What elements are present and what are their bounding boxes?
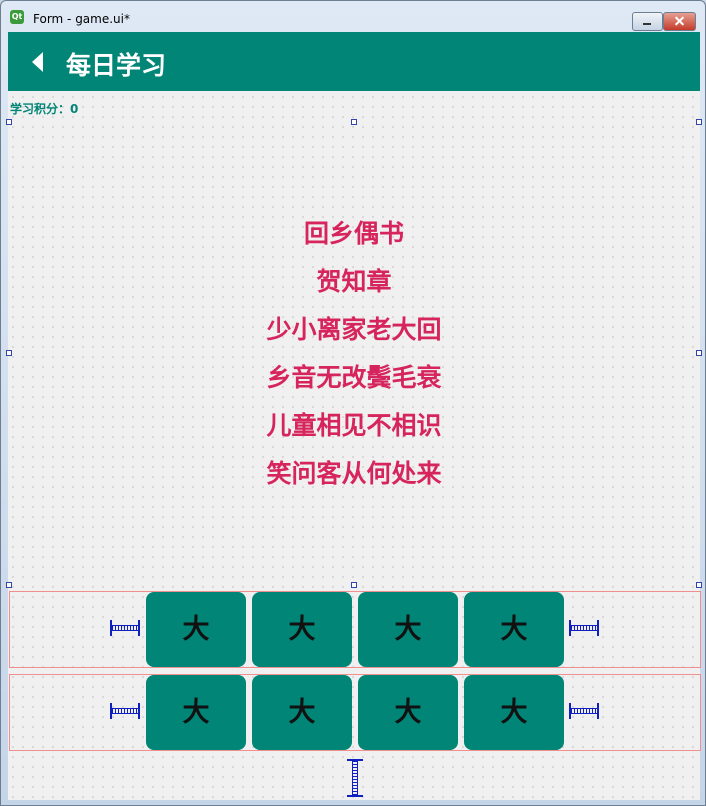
choice-row-1: 大 大 大 大 <box>9 591 701 668</box>
title-bar: Qt Form - game.ui* <box>1 1 705 31</box>
selection-handle[interactable] <box>351 582 357 588</box>
poem-line: 笑问客从何处来 <box>266 459 442 488</box>
choice-button[interactable]: 大 <box>146 592 246 667</box>
horizontal-spacer-icon <box>110 703 140 719</box>
selection-handle[interactable] <box>696 119 702 125</box>
minimize-button[interactable] <box>632 12 663 31</box>
choice-row-2: 大 大 大 大 <box>9 674 701 751</box>
close-button[interactable] <box>663 12 696 31</box>
choice-button[interactable]: 大 <box>358 675 458 750</box>
selection-handle[interactable] <box>6 119 12 125</box>
horizontal-spacer-icon <box>569 620 599 636</box>
vertical-spacer-icon <box>347 759 363 797</box>
poem-line: 儿童相见不相识 <box>266 411 442 440</box>
qt-icon: Qt <box>10 10 24 24</box>
back-arrow-icon[interactable] <box>32 52 43 72</box>
horizontal-spacer-icon <box>569 703 599 719</box>
selection-handle[interactable] <box>351 119 357 125</box>
choice-button[interactable]: 大 <box>252 592 352 667</box>
form-canvas: 每日学习 学习积分：0 回乡偶书 贺知章 少小离家老大回 乡音无改鬓毛衰 儿童相… <box>6 32 702 800</box>
choice-button[interactable]: 大 <box>464 675 564 750</box>
designer-window: Qt Form - game.ui* 每日学习 学习积分：0 回乡偶书 贺知章 … <box>0 0 706 806</box>
selection-handle[interactable] <box>696 582 702 588</box>
score-label: 学习积分：0 <box>10 102 79 116</box>
window-title: Form - game.ui* <box>33 12 130 26</box>
poem-author: 贺知章 <box>316 267 392 296</box>
poem-title: 回乡偶书 <box>303 219 404 248</box>
page-title: 每日学习 <box>66 51 167 80</box>
horizontal-spacer-icon <box>110 620 140 636</box>
selection-handle[interactable] <box>6 582 12 588</box>
choice-button[interactable]: 大 <box>146 675 246 750</box>
choice-button[interactable]: 大 <box>464 592 564 667</box>
poem-text: 回乡偶书 贺知章 少小离家老大回 乡音无改鬓毛衰 儿童相见不相识 笑问客从何处来 <box>8 217 700 505</box>
choice-button[interactable]: 大 <box>252 675 352 750</box>
poem-line: 少小离家老大回 <box>266 315 442 344</box>
poem-line: 乡音无改鬓毛衰 <box>266 363 442 392</box>
header-bar: 每日学习 <box>8 32 700 91</box>
choice-button[interactable]: 大 <box>358 592 458 667</box>
